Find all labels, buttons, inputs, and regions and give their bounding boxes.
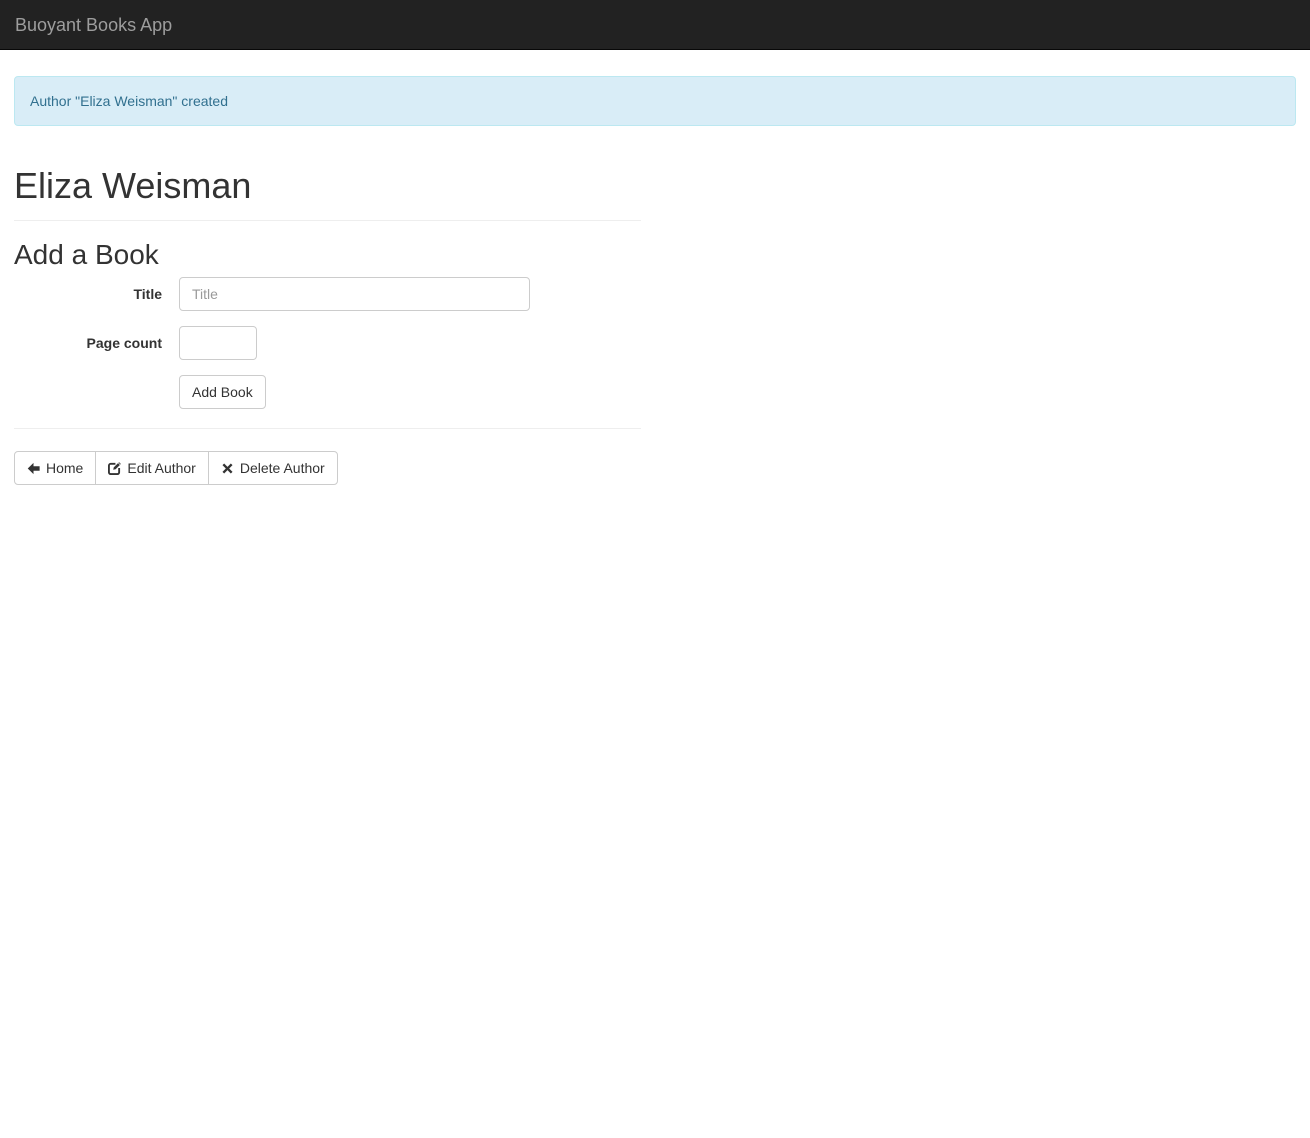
alert-info: Author "Eliza Weisman" created (14, 76, 1296, 126)
content-column: Eliza Weisman Add a Book Title Page coun… (14, 166, 641, 485)
page-count-form-group: Page count (14, 326, 641, 360)
page: Buoyant Books App Author "Eliza Weisman"… (0, 0, 1310, 1138)
delete-author-button-label: Delete Author (240, 458, 325, 478)
alert-message: Author "Eliza Weisman" created (30, 93, 228, 109)
arrow-left-icon (27, 462, 40, 475)
edit-author-button[interactable]: Edit Author (95, 451, 209, 485)
edit-pencil-square-icon (108, 462, 121, 475)
edit-author-button-label: Edit Author (127, 458, 196, 478)
submit-control: Add Book (179, 375, 266, 409)
home-button[interactable]: Home (14, 451, 96, 485)
divider (14, 428, 641, 429)
add-book-button[interactable]: Add Book (179, 375, 266, 409)
author-actions-group: Home Edit Author (14, 451, 338, 485)
remove-x-icon (221, 462, 234, 475)
add-book-heading: Add a Book (14, 239, 641, 271)
navbar-brand[interactable]: Buoyant Books App (0, 0, 187, 50)
title-control (179, 277, 530, 311)
title-label: Title (14, 277, 179, 311)
title-form-group: Title (14, 277, 641, 311)
submit-form-group: Add Book (14, 375, 641, 409)
divider (14, 220, 641, 221)
top-navbar: Buoyant Books App (0, 0, 1310, 50)
main-container: Author "Eliza Weisman" created Eliza Wei… (0, 76, 1310, 485)
page-count-input[interactable] (179, 326, 257, 360)
title-input[interactable] (179, 277, 530, 311)
page-count-control (179, 326, 257, 360)
add-book-form: Title Page count Add Book (14, 277, 641, 409)
delete-author-button[interactable]: Delete Author (208, 451, 338, 485)
home-button-label: Home (46, 458, 83, 478)
page-title: Eliza Weisman (14, 166, 641, 206)
page-count-label: Page count (14, 326, 179, 360)
